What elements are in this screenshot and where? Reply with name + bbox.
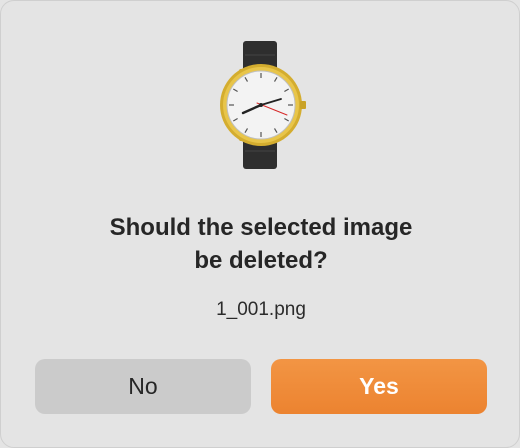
no-button[interactable]: No — [35, 359, 251, 414]
yes-button-label: Yes — [359, 373, 399, 399]
wristwatch-icon — [201, 33, 321, 177]
delete-confirmation-dialog: Should the selected image be deleted? 1_… — [0, 0, 520, 448]
no-button-label: No — [128, 373, 158, 399]
message-line-1: Should the selected image — [109, 214, 413, 241]
yes-button[interactable]: Yes — [271, 359, 487, 414]
confirmation-message: Should the selected image be deleted? — [31, 211, 491, 277]
message-line-2: be deleted? — [194, 247, 328, 274]
file-name: 1_001.png — [216, 299, 306, 320]
